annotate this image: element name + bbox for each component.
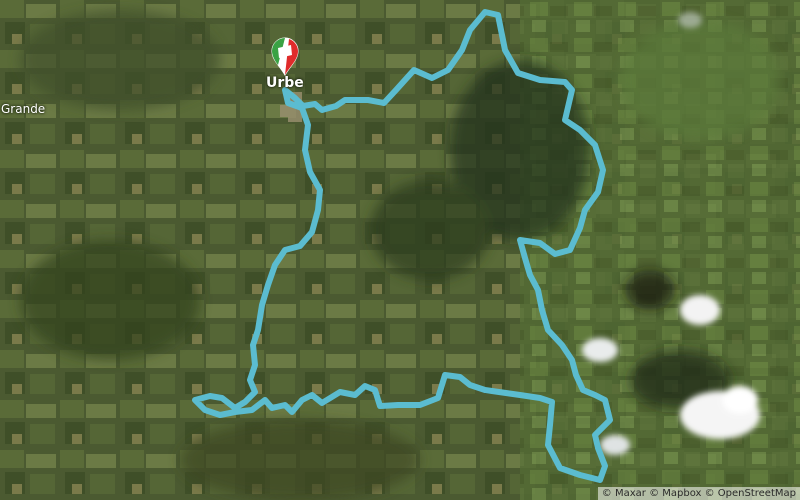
place-label-urbe: Urbe xyxy=(266,75,304,91)
attribution-osm-link[interactable]: © OpenStreetMap xyxy=(705,488,796,499)
place-label-grande: Grande xyxy=(1,102,46,116)
attribution-maxar-link[interactable]: © Maxar xyxy=(602,488,646,499)
attribution-mapbox-link[interactable]: © Mapbox xyxy=(649,488,701,499)
map-attribution: © Maxar © Mapbox © OpenStreetMap xyxy=(597,487,800,500)
route-path[interactable] xyxy=(192,9,613,483)
route-start-marker-icon[interactable] xyxy=(268,36,302,76)
map-view[interactable]: Grande Urbe © Maxar © Mapbox © OpenStree… xyxy=(0,0,800,500)
route-layer xyxy=(192,9,613,483)
